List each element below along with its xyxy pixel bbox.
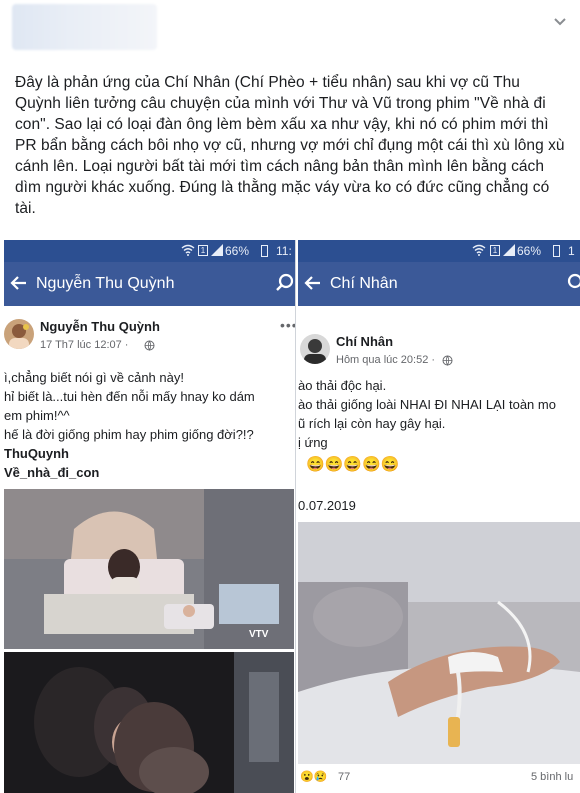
hashtag[interactable]: Về_nhà_đi_con xyxy=(4,463,255,482)
post-body: ào thải độc hại. ào thải giống loài NHAI… xyxy=(298,376,556,452)
sim-icon: 1 xyxy=(198,245,208,256)
app-bar-title: Chí Nhân xyxy=(330,275,398,292)
back-arrow-icon[interactable] xyxy=(8,272,30,294)
post-timestamp[interactable]: Hôm qua lúc 20:52 · xyxy=(336,354,435,366)
post-photo-couple[interactable] xyxy=(4,652,294,793)
comment-count[interactable]: 5 bình lu xyxy=(531,771,573,783)
post-date: 0.07.2019 xyxy=(298,498,356,513)
post-line: hỉ biết là...tui hèn đến nỗi mấy hnay ko… xyxy=(4,389,255,404)
status-bar: 1 66% 11: xyxy=(4,240,295,262)
post-line: ào thải độc hại. xyxy=(298,378,387,393)
post-card-header: Nguyễn Thu Quỳnh 17 Th7 lúc 12:07 · ••• xyxy=(4,306,295,362)
globe-icon xyxy=(144,340,155,351)
screenshot-left: 1 66% 11: Nguyễn Thu Quỳnh Nguyễn Thu Qu… xyxy=(4,240,296,793)
sim-icon: 1 xyxy=(490,245,500,256)
battery-percent: 66% xyxy=(517,244,542,258)
status-bar: 1 66% 1 xyxy=(298,240,580,262)
wifi-icon xyxy=(472,244,486,256)
post-line: hế là đời giống phim hay phim giống đời?… xyxy=(4,427,254,442)
post-card-header: Chí Nhân Hôm qua lúc 20:52 · xyxy=(298,306,580,366)
post-timestamp[interactable]: 17 Th7 lúc 12:07 · xyxy=(40,339,128,351)
clock: 1 xyxy=(568,244,575,258)
avatar[interactable] xyxy=(4,319,34,349)
post-header xyxy=(0,0,580,60)
signal-icon xyxy=(211,244,223,256)
battery-percent: 66% xyxy=(225,244,250,258)
post-line: ị ứng xyxy=(298,435,328,450)
app-bar: Nguyễn Thu Quỳnh xyxy=(4,262,295,306)
emoji-row: 😄😄😄😄😄 xyxy=(306,456,400,473)
facebook-post: Đây là phản ứng của Chí Nhân (Chí Phèo +… xyxy=(0,0,580,793)
blurred-author-info xyxy=(12,4,157,50)
back-arrow-icon[interactable] xyxy=(302,272,324,294)
search-icon[interactable] xyxy=(274,272,296,294)
reaction-icons[interactable]: 😮😢 xyxy=(300,770,327,783)
post-line: ì,chẳng biết nói gì về cảnh này! xyxy=(4,370,184,385)
post-line: ũ rích lại còn hay gây hại. xyxy=(298,416,446,431)
avatar[interactable] xyxy=(300,334,330,364)
screenshot-right: 1 66% 1 Chí Nhân Chí Nhân Hôm qua lúc 20… xyxy=(298,240,580,793)
post-line: ào thải giống loài NHAI ĐI NHAI LẠI toàn… xyxy=(298,397,556,412)
app-bar: Chí Nhân xyxy=(298,262,580,306)
reaction-count[interactable]: 77 xyxy=(338,771,350,783)
clock: 11: xyxy=(276,244,292,258)
wifi-icon xyxy=(181,244,195,256)
post-line: em phim!^^ xyxy=(4,408,70,423)
author-name[interactable]: Nguyễn Thu Quỳnh xyxy=(40,319,160,334)
more-options-icon[interactable]: ••• xyxy=(280,317,295,333)
author-name[interactable]: Chí Nhân xyxy=(336,334,393,349)
post-photo-hospital[interactable] xyxy=(298,522,580,764)
vtv-logo: VTV xyxy=(249,629,269,640)
post-text: Đây là phản ứng của Chí Nhân (Chí Phèo +… xyxy=(15,74,565,217)
hashtag[interactable]: ThuQuynh xyxy=(4,444,255,463)
search-icon[interactable] xyxy=(563,272,580,294)
chevron-down-icon[interactable] xyxy=(550,12,570,32)
battery-icon xyxy=(261,245,268,257)
battery-icon xyxy=(553,245,560,257)
app-bar-title: Nguyễn Thu Quỳnh xyxy=(36,275,175,292)
globe-icon xyxy=(442,355,453,366)
post-body: ì,chẳng biết nói gì về cảnh này! hỉ biết… xyxy=(4,368,255,482)
post-photo-bedroom[interactable]: VTV xyxy=(4,489,294,649)
signal-icon xyxy=(503,244,515,256)
